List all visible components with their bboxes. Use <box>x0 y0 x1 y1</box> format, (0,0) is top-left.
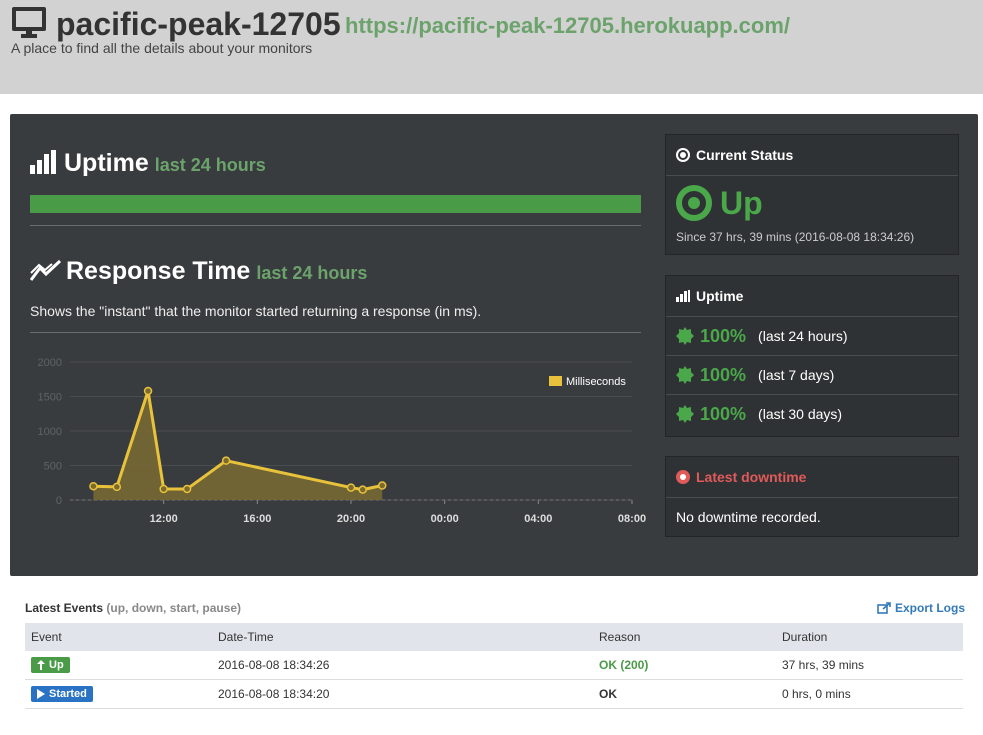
status-up-icon <box>676 185 712 221</box>
table-row: Started 2016-08-08 18:34:20 OK 0 hrs, 0 … <box>25 679 963 709</box>
line-chart-icon <box>29 259 62 281</box>
certificate-icon <box>676 366 694 384</box>
column-header: Date-Time <box>212 623 593 651</box>
page-header: pacific-peak-12705 https://pacific-peak-… <box>0 0 983 94</box>
dashboard-panel: Uptime last 24 hours Response Time last 24… <box>10 114 978 576</box>
event-cell: Up <box>25 651 212 680</box>
event-badge-started: Started <box>31 686 93 702</box>
response-time-chart: 0 500 1000 1500 2000 12:00 16:00 20:00 00:00 04:0… <box>38 357 647 525</box>
export-icon <box>877 602 891 614</box>
x-tick-label: 08:00 <box>618 513 646 525</box>
monitor-icon <box>12 7 46 38</box>
y-tick-label: 0 <box>56 495 62 507</box>
data-point <box>143 386 153 396</box>
x-tick-label: 12:00 <box>150 513 178 525</box>
duration-cell: 37 hrs, 39 mins <box>776 651 963 680</box>
events-table: Event Date-Time Reason Duration Up 2016-… <box>25 623 963 709</box>
uptime-period: (last 30 days) <box>758 406 843 422</box>
latest-events-heading: Latest Events (up, down, start, pause) <box>25 601 241 615</box>
legend-swatch <box>549 376 562 386</box>
event-label: Started <box>49 688 87 700</box>
reason-cell: OK (200) <box>593 651 776 680</box>
data-point <box>112 482 122 492</box>
certificate-icon <box>676 405 694 423</box>
data-point <box>221 456 231 465</box>
y-tick-label: 2000 <box>38 357 62 369</box>
monitor-url-link[interactable]: https://pacific-peak-12705.herokuapp.com… <box>345 12 790 40</box>
duration-cell: 0 hrs, 0 mins <box>776 679 963 709</box>
divider <box>30 225 641 226</box>
y-tick-label: 500 <box>44 461 62 473</box>
legend-label: Milliseconds <box>566 376 626 388</box>
data-point <box>358 485 367 494</box>
event-cell: Started <box>25 679 212 709</box>
latest-downtime-header: Latest downtime <box>666 457 958 498</box>
uptime-panel-header: Uptime <box>666 276 958 317</box>
export-logs-link[interactable]: Export Logs <box>877 601 965 615</box>
column-header: Event <box>25 623 212 651</box>
reason-cell: OK <box>593 679 776 709</box>
x-tick-label: 16:00 <box>243 513 271 525</box>
export-logs-label: Export Logs <box>895 601 966 615</box>
uptime-pct: 100% <box>700 403 747 424</box>
uptime-row-7d: 100% (last 7 days) <box>666 356 958 395</box>
response-time-subtitle: last 24 hours <box>256 263 368 283</box>
response-time-description: Shows the "instant" that the monitor sta… <box>30 303 482 319</box>
monitor-name: pacific-peak-12705 <box>56 6 341 42</box>
event-badge-up: Up <box>31 657 70 673</box>
data-point <box>182 484 192 494</box>
response-time-heading: Response Time last 24 hours <box>29 256 368 288</box>
x-tick-label: 00:00 <box>431 513 459 525</box>
alert-circle-icon <box>676 470 690 484</box>
status-since: Since 37 hrs, 39 mins (2016-08-08 18:34:… <box>676 230 915 244</box>
downtime-text-row: No downtime recorded. <box>666 498 958 536</box>
uptime-row-24h: 100% (last 24 hours) <box>666 317 958 356</box>
arrow-up-icon <box>37 660 45 670</box>
y-tick-label: 1000 <box>38 426 62 438</box>
uptime-heading: Uptime last 24 hours <box>30 148 266 180</box>
uptime-title: Uptime <box>64 149 149 177</box>
response-time-title: Response Time <box>66 257 251 285</box>
bar-chart-icon <box>30 150 56 174</box>
latest-events-subtitle: (up, down, start, pause) <box>106 601 242 615</box>
latest-downtime-title: Latest downtime <box>696 469 807 485</box>
uptime-pct: 100% <box>700 325 747 346</box>
x-tick-label: 20:00 <box>337 513 365 525</box>
tagline: A place to find all the details about yo… <box>11 40 313 56</box>
uptime-panel: Uptime 100% (last 24 hours) 100% (last 7… <box>665 275 959 437</box>
data-point <box>89 481 98 491</box>
x-tick-label: 04:00 <box>524 513 552 525</box>
uptime-bar <box>30 195 641 213</box>
data-point <box>346 483 356 492</box>
column-header: Reason <box>593 623 776 651</box>
latest-events-title: Latest Events <box>25 601 104 615</box>
play-icon <box>37 689 45 699</box>
uptime-period: (last 24 hours) <box>758 328 848 344</box>
table-header-row: Event Date-Time Reason Duration <box>25 623 963 651</box>
uptime-panel-title: Uptime <box>696 288 744 304</box>
table-row: Up 2016-08-08 18:34:26 OK (200) 37 hrs, … <box>25 651 963 680</box>
divider <box>30 332 641 333</box>
current-status-title: Current Status <box>696 147 794 163</box>
current-status-header: Current Status <box>666 135 958 176</box>
y-tick-label: 1500 <box>38 392 62 404</box>
current-status-panel: Current Status Up Since 37 hrs, 39 mins … <box>665 134 959 255</box>
status-state: Up <box>720 185 763 221</box>
dot-circle-icon <box>676 148 690 162</box>
certificate-icon <box>676 327 694 345</box>
uptime-row-30d: 100% (last 30 days) <box>666 395 958 433</box>
uptime-pct: 100% <box>700 364 747 385</box>
column-header: Duration <box>776 623 963 651</box>
downtime-text: No downtime recorded. <box>676 509 821 525</box>
data-point <box>377 481 387 490</box>
data-point <box>159 484 168 494</box>
uptime-subtitle: last 24 hours <box>154 155 266 175</box>
latest-downtime-panel: Latest downtime No downtime recorded. <box>665 456 959 537</box>
datetime-cell: 2016-08-08 18:34:20 <box>212 679 593 709</box>
bar-chart-icon <box>676 290 690 302</box>
datetime-cell: 2016-08-08 18:34:26 <box>212 651 593 680</box>
event-label: Up <box>49 659 64 671</box>
uptime-period: (last 7 days) <box>758 367 835 383</box>
